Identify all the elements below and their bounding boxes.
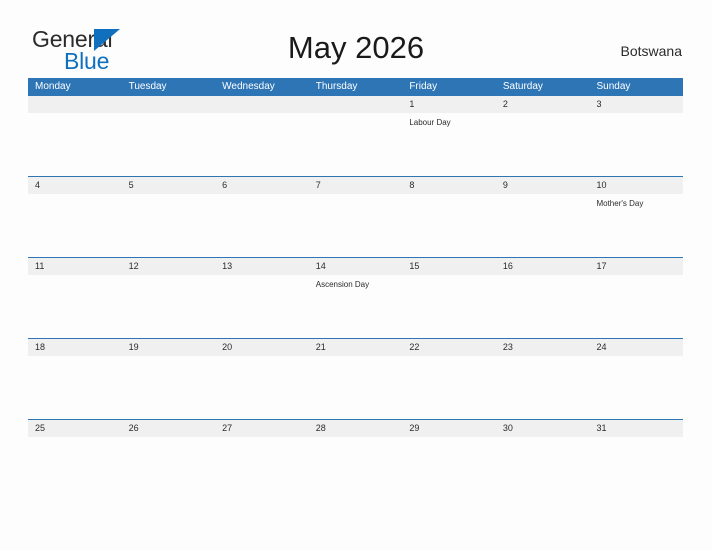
day-event [122, 356, 216, 419]
date-number[interactable]: 13 [215, 258, 309, 275]
day-event [28, 356, 122, 419]
day-event [122, 194, 216, 257]
date-number[interactable]: 8 [402, 177, 496, 194]
date-number[interactable]: 20 [215, 339, 309, 356]
day-event [28, 194, 122, 257]
country-label: Botswana [620, 43, 682, 59]
date-number[interactable]: 21 [309, 339, 403, 356]
day-event [496, 113, 590, 176]
day-event [309, 194, 403, 257]
date-number[interactable]: 5 [122, 177, 216, 194]
week-date-band: 1 2 3 [28, 96, 683, 113]
week-event-band: Mother's Day [28, 194, 683, 257]
date-number[interactable]: 17 [589, 258, 683, 275]
date-number[interactable]: 11 [28, 258, 122, 275]
day-event [402, 194, 496, 257]
day-event [122, 275, 216, 338]
calendar-grid: Monday Tuesday Wednesday Thursday Friday… [28, 78, 683, 500]
date-number[interactable]: 1 [402, 96, 496, 113]
date-number[interactable] [122, 96, 216, 113]
page-title: May 2026 [287, 30, 425, 65]
date-number[interactable]: 19 [122, 339, 216, 356]
day-event [215, 113, 309, 176]
day-event [309, 113, 403, 176]
weekday-header-row: Monday Tuesday Wednesday Thursday Friday… [28, 78, 683, 95]
day-event: Labour Day [409, 118, 451, 127]
week-date-band: 11 12 13 14 15 16 17 [28, 258, 683, 275]
day-event: Mother's Day [596, 199, 644, 208]
date-number[interactable]: 29 [402, 420, 496, 437]
date-number[interactable]: 9 [496, 177, 590, 194]
date-number[interactable]: 10 [589, 177, 683, 194]
week-row: 25 26 27 28 29 30 31 [28, 419, 683, 500]
week-date-band: 4 5 6 7 8 9 10 [28, 177, 683, 194]
day-event [28, 113, 122, 176]
date-number[interactable]: 31 [589, 420, 683, 437]
date-number[interactable]: 23 [496, 339, 590, 356]
day-event [402, 437, 496, 500]
day-event [402, 275, 496, 338]
week-row: 11 12 13 14 15 16 17 Ascension Day [28, 257, 683, 338]
day-event [496, 275, 590, 338]
weekday-friday: Friday [409, 81, 438, 92]
date-number[interactable]: 2 [496, 96, 590, 113]
date-number[interactable]: 3 [589, 96, 683, 113]
weekday-monday: Monday [35, 81, 71, 92]
week-row: 1 2 3 Labour Day [28, 95, 683, 176]
date-number[interactable]: 22 [402, 339, 496, 356]
page-header: General Blue May 2026 Botswana [0, 0, 712, 76]
day-event [122, 113, 216, 176]
day-event [589, 113, 683, 176]
day-event: Ascension Day [315, 280, 370, 289]
week-event-band [28, 356, 683, 419]
week-event-band [28, 437, 683, 500]
day-event [496, 437, 590, 500]
weekday-tuesday: Tuesday [128, 81, 167, 92]
day-event [496, 356, 590, 419]
calendar-page: General Blue May 2026 Botswana Monday Tu… [0, 0, 712, 550]
day-event [28, 437, 122, 500]
date-number[interactable]: 18 [28, 339, 122, 356]
day-event [589, 275, 683, 338]
week-date-band: 18 19 20 21 22 23 24 [28, 339, 683, 356]
date-number[interactable]: 30 [496, 420, 590, 437]
date-number[interactable]: 4 [28, 177, 122, 194]
day-event [496, 194, 590, 257]
date-number[interactable]: 16 [496, 258, 590, 275]
week-event-band: Ascension Day [28, 275, 683, 338]
day-event [309, 356, 403, 419]
weekday-saturday: Saturday [502, 81, 543, 92]
date-number[interactable]: 12 [122, 258, 216, 275]
weekday-thursday: Thursday [315, 81, 358, 92]
day-event [589, 356, 683, 419]
weekday-sunday: Sunday [596, 81, 631, 92]
date-number[interactable]: 26 [122, 420, 216, 437]
day-event [215, 356, 309, 419]
weekday-wednesday: Wednesday [222, 81, 275, 92]
date-number[interactable] [215, 96, 309, 113]
week-event-band: Labour Day [28, 113, 683, 176]
day-event [215, 437, 309, 500]
date-number[interactable] [28, 96, 122, 113]
day-event [28, 275, 122, 338]
date-number[interactable]: 28 [309, 420, 403, 437]
date-number[interactable]: 15 [402, 258, 496, 275]
day-event [215, 275, 309, 338]
week-row: 18 19 20 21 22 23 24 [28, 338, 683, 419]
day-event [215, 194, 309, 257]
date-number[interactable]: 27 [215, 420, 309, 437]
date-number[interactable]: 6 [215, 177, 309, 194]
date-number[interactable]: 7 [309, 177, 403, 194]
date-number[interactable]: 24 [589, 339, 683, 356]
week-row: 4 5 6 7 8 9 10 Mother's Day [28, 176, 683, 257]
week-date-band: 25 26 27 28 29 30 31 [28, 420, 683, 437]
day-event [122, 437, 216, 500]
date-number[interactable]: 25 [28, 420, 122, 437]
date-number[interactable] [309, 96, 403, 113]
date-number[interactable]: 14 [309, 258, 403, 275]
day-event [402, 356, 496, 419]
day-event [589, 437, 683, 500]
day-event [309, 437, 403, 500]
